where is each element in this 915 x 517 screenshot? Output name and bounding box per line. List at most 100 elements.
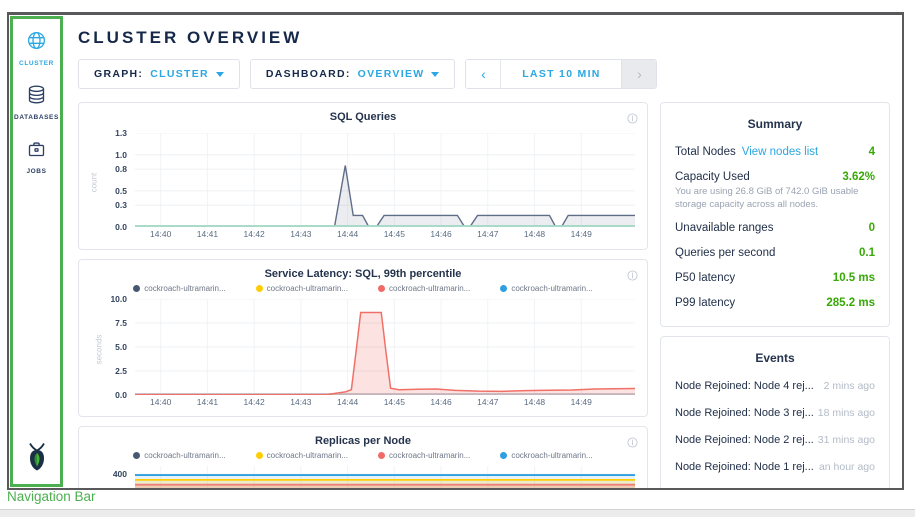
time-range-button[interactable]: LAST 10 MIN bbox=[501, 60, 621, 88]
info-icon[interactable] bbox=[627, 435, 638, 453]
chart-plot[interactable] bbox=[135, 133, 635, 227]
legend-label: cockroach-ultramarin... bbox=[144, 451, 225, 460]
x-tick-label: 14:49 bbox=[571, 229, 592, 239]
legend-item[interactable]: cockroach-ultramarin... bbox=[500, 451, 592, 460]
legend-label: cockroach-ultramarin... bbox=[144, 284, 225, 293]
legend-label: cockroach-ultramarin... bbox=[389, 451, 470, 460]
summary-row: P50 latency 10.5 ms bbox=[675, 266, 875, 291]
legend-dot-icon bbox=[378, 452, 385, 459]
annotation-caption: Navigation Bar bbox=[7, 489, 96, 504]
legend-item[interactable]: cockroach-ultramarin... bbox=[133, 451, 225, 460]
page-title: CLUSTER OVERVIEW bbox=[78, 28, 890, 48]
chart-title: Replicas per Node bbox=[89, 435, 637, 447]
graph-dropdown[interactable]: GRAPH: CLUSTER bbox=[78, 59, 240, 89]
charts-column: SQL Queries count 0.00.30.50.81.01.3 14:… bbox=[78, 102, 648, 488]
legend-item[interactable]: cockroach-ultramarin... bbox=[378, 451, 470, 460]
y-tick-label: 10.0 bbox=[110, 294, 127, 304]
right-column: Summary Total NodesView nodes list4Capac… bbox=[660, 102, 890, 488]
y-tick-label: 0.0 bbox=[115, 390, 127, 400]
summary-subtext: You are using 26.8 GiB of 742.0 GiB usab… bbox=[675, 185, 875, 212]
legend-dot-icon bbox=[500, 285, 507, 292]
view-nodes-list-link[interactable]: View nodes list bbox=[742, 146, 819, 158]
sidebar-item-label: JOBS bbox=[26, 168, 46, 175]
summary-row: Unavailable ranges0 bbox=[675, 216, 875, 241]
event-row[interactable]: Node Rejoined: Node 1 rej... an hour ago bbox=[675, 454, 875, 481]
sidebar-item-jobs[interactable]: JOBS bbox=[26, 138, 47, 175]
y-axis-ticks: 400 bbox=[99, 466, 127, 490]
summary-value: 285.2 ms bbox=[826, 297, 875, 309]
globe-icon bbox=[26, 30, 47, 56]
legend-label: cockroach-ultramarin... bbox=[267, 451, 348, 460]
chart-plot[interactable] bbox=[135, 299, 635, 395]
chevron-down-icon bbox=[431, 72, 439, 77]
chart-title: Service Latency: SQL, 99th percentile bbox=[89, 268, 637, 280]
dashboard-dropdown-value: OVERVIEW bbox=[358, 68, 425, 80]
y-tick-label: 0.0 bbox=[115, 222, 127, 232]
x-tick-label: 14:42 bbox=[244, 229, 265, 239]
legend-item[interactable]: cockroach-ultramarin... bbox=[256, 451, 348, 460]
database-icon bbox=[26, 84, 47, 110]
chart-card-sql-queries: SQL Queries count 0.00.30.50.81.01.3 14:… bbox=[78, 102, 648, 250]
chart-legend: cockroach-ultramarin... cockroach-ultrama… bbox=[89, 451, 637, 460]
legend-label: cockroach-ultramarin... bbox=[511, 284, 592, 293]
x-tick-label: 14:41 bbox=[197, 397, 218, 407]
plot-area: count 0.00.30.50.81.01.3 14:4014:4114:42… bbox=[89, 133, 637, 241]
summary-label: Queries per second bbox=[675, 247, 775, 259]
info-icon[interactable] bbox=[627, 268, 638, 286]
event-text: Node Rejoined: Node 4 rej... bbox=[675, 488, 814, 490]
chevron-down-icon bbox=[216, 72, 224, 77]
summary-value: 10.5 ms bbox=[833, 272, 875, 284]
event-text: Node Rejoined: Node 4 rej... bbox=[675, 380, 814, 392]
summary-row: Queries per second0.1 bbox=[675, 241, 875, 266]
legend-item[interactable]: cockroach-ultramarin... bbox=[133, 284, 225, 293]
summary-label: P50 latency bbox=[675, 272, 735, 284]
summary-value: 4 bbox=[869, 146, 875, 158]
summary-label: Unavailable ranges bbox=[675, 222, 773, 234]
y-tick-label: 0.3 bbox=[115, 200, 127, 210]
y-tick-label: 400 bbox=[113, 469, 127, 479]
time-prev-button[interactable]: ‹ bbox=[466, 60, 501, 88]
event-row[interactable]: Node Rejoined: Node 4 rej...2 mins ago bbox=[675, 373, 875, 400]
x-tick-label: 14:41 bbox=[197, 229, 218, 239]
legend-label: cockroach-ultramarin... bbox=[267, 284, 348, 293]
y-tick-label: 0.5 bbox=[115, 186, 127, 196]
graph-dropdown-label: GRAPH: bbox=[94, 68, 143, 80]
event-text: Node Rejoined: Node 1 rej... bbox=[675, 461, 814, 473]
legend-label: cockroach-ultramarin... bbox=[511, 451, 592, 460]
x-tick-label: 14:47 bbox=[477, 229, 498, 239]
x-axis-ticks: 14:4014:4114:4214:4314:4414:4514:4614:47… bbox=[135, 397, 635, 409]
summary-title: Summary bbox=[675, 117, 875, 131]
summary-value: 3.62% bbox=[842, 171, 875, 183]
summary-label: Total NodesView nodes list bbox=[675, 146, 818, 158]
x-tick-label: 14:40 bbox=[150, 397, 171, 407]
bottom-strip bbox=[0, 509, 915, 517]
legend-dot-icon bbox=[500, 452, 507, 459]
event-row[interactable]: Node Rejoined: Node 4 rej...an hour ago bbox=[675, 481, 875, 490]
content-row: SQL Queries count 0.00.30.50.81.01.3 14:… bbox=[78, 102, 890, 488]
chart-plot[interactable] bbox=[135, 466, 635, 490]
legend-item[interactable]: cockroach-ultramarin... bbox=[378, 284, 470, 293]
event-rows: Node Rejoined: Node 4 rej...2 mins agoNo… bbox=[675, 373, 875, 490]
event-row[interactable]: Node Rejoined: Node 3 rej...18 mins ago bbox=[675, 400, 875, 427]
x-tick-label: 14:48 bbox=[524, 229, 545, 239]
x-tick-label: 14:47 bbox=[477, 397, 498, 407]
y-axis-ticks: 0.00.30.50.81.01.3 bbox=[99, 133, 127, 227]
event-row[interactable]: Node Rejoined: Node 2 rej...31 mins ago bbox=[675, 427, 875, 454]
sidebar-item-cluster[interactable]: CLUSTER bbox=[19, 30, 54, 67]
screenshot-frame: CLUSTER DATABASES bbox=[7, 12, 904, 490]
legend-item[interactable]: cockroach-ultramarin... bbox=[500, 284, 592, 293]
x-tick-label: 14:40 bbox=[150, 229, 171, 239]
sidebar-item-databases[interactable]: DATABASES bbox=[14, 84, 59, 121]
briefcase-icon bbox=[26, 138, 47, 164]
dashboard-dropdown[interactable]: DASHBOARD: OVERVIEW bbox=[250, 59, 456, 89]
event-time: 18 mins ago bbox=[818, 407, 875, 419]
chart-card-service-latency: Service Latency: SQL, 99th percentile co… bbox=[78, 259, 648, 417]
plot-area: seconds 0.02.55.07.510.0 14:4014:4114:42… bbox=[89, 299, 637, 409]
x-tick-label: 14:45 bbox=[384, 229, 405, 239]
main-content: CLUSTER OVERVIEW GRAPH: CLUSTER DASHBOAR… bbox=[64, 15, 902, 488]
event-time: an hour ago bbox=[819, 461, 875, 473]
legend-dot-icon bbox=[256, 285, 263, 292]
toolbar: GRAPH: CLUSTER DASHBOARD: OVERVIEW ‹ LAS… bbox=[78, 59, 890, 89]
info-icon[interactable] bbox=[627, 111, 638, 129]
legend-item[interactable]: cockroach-ultramarin... bbox=[256, 284, 348, 293]
